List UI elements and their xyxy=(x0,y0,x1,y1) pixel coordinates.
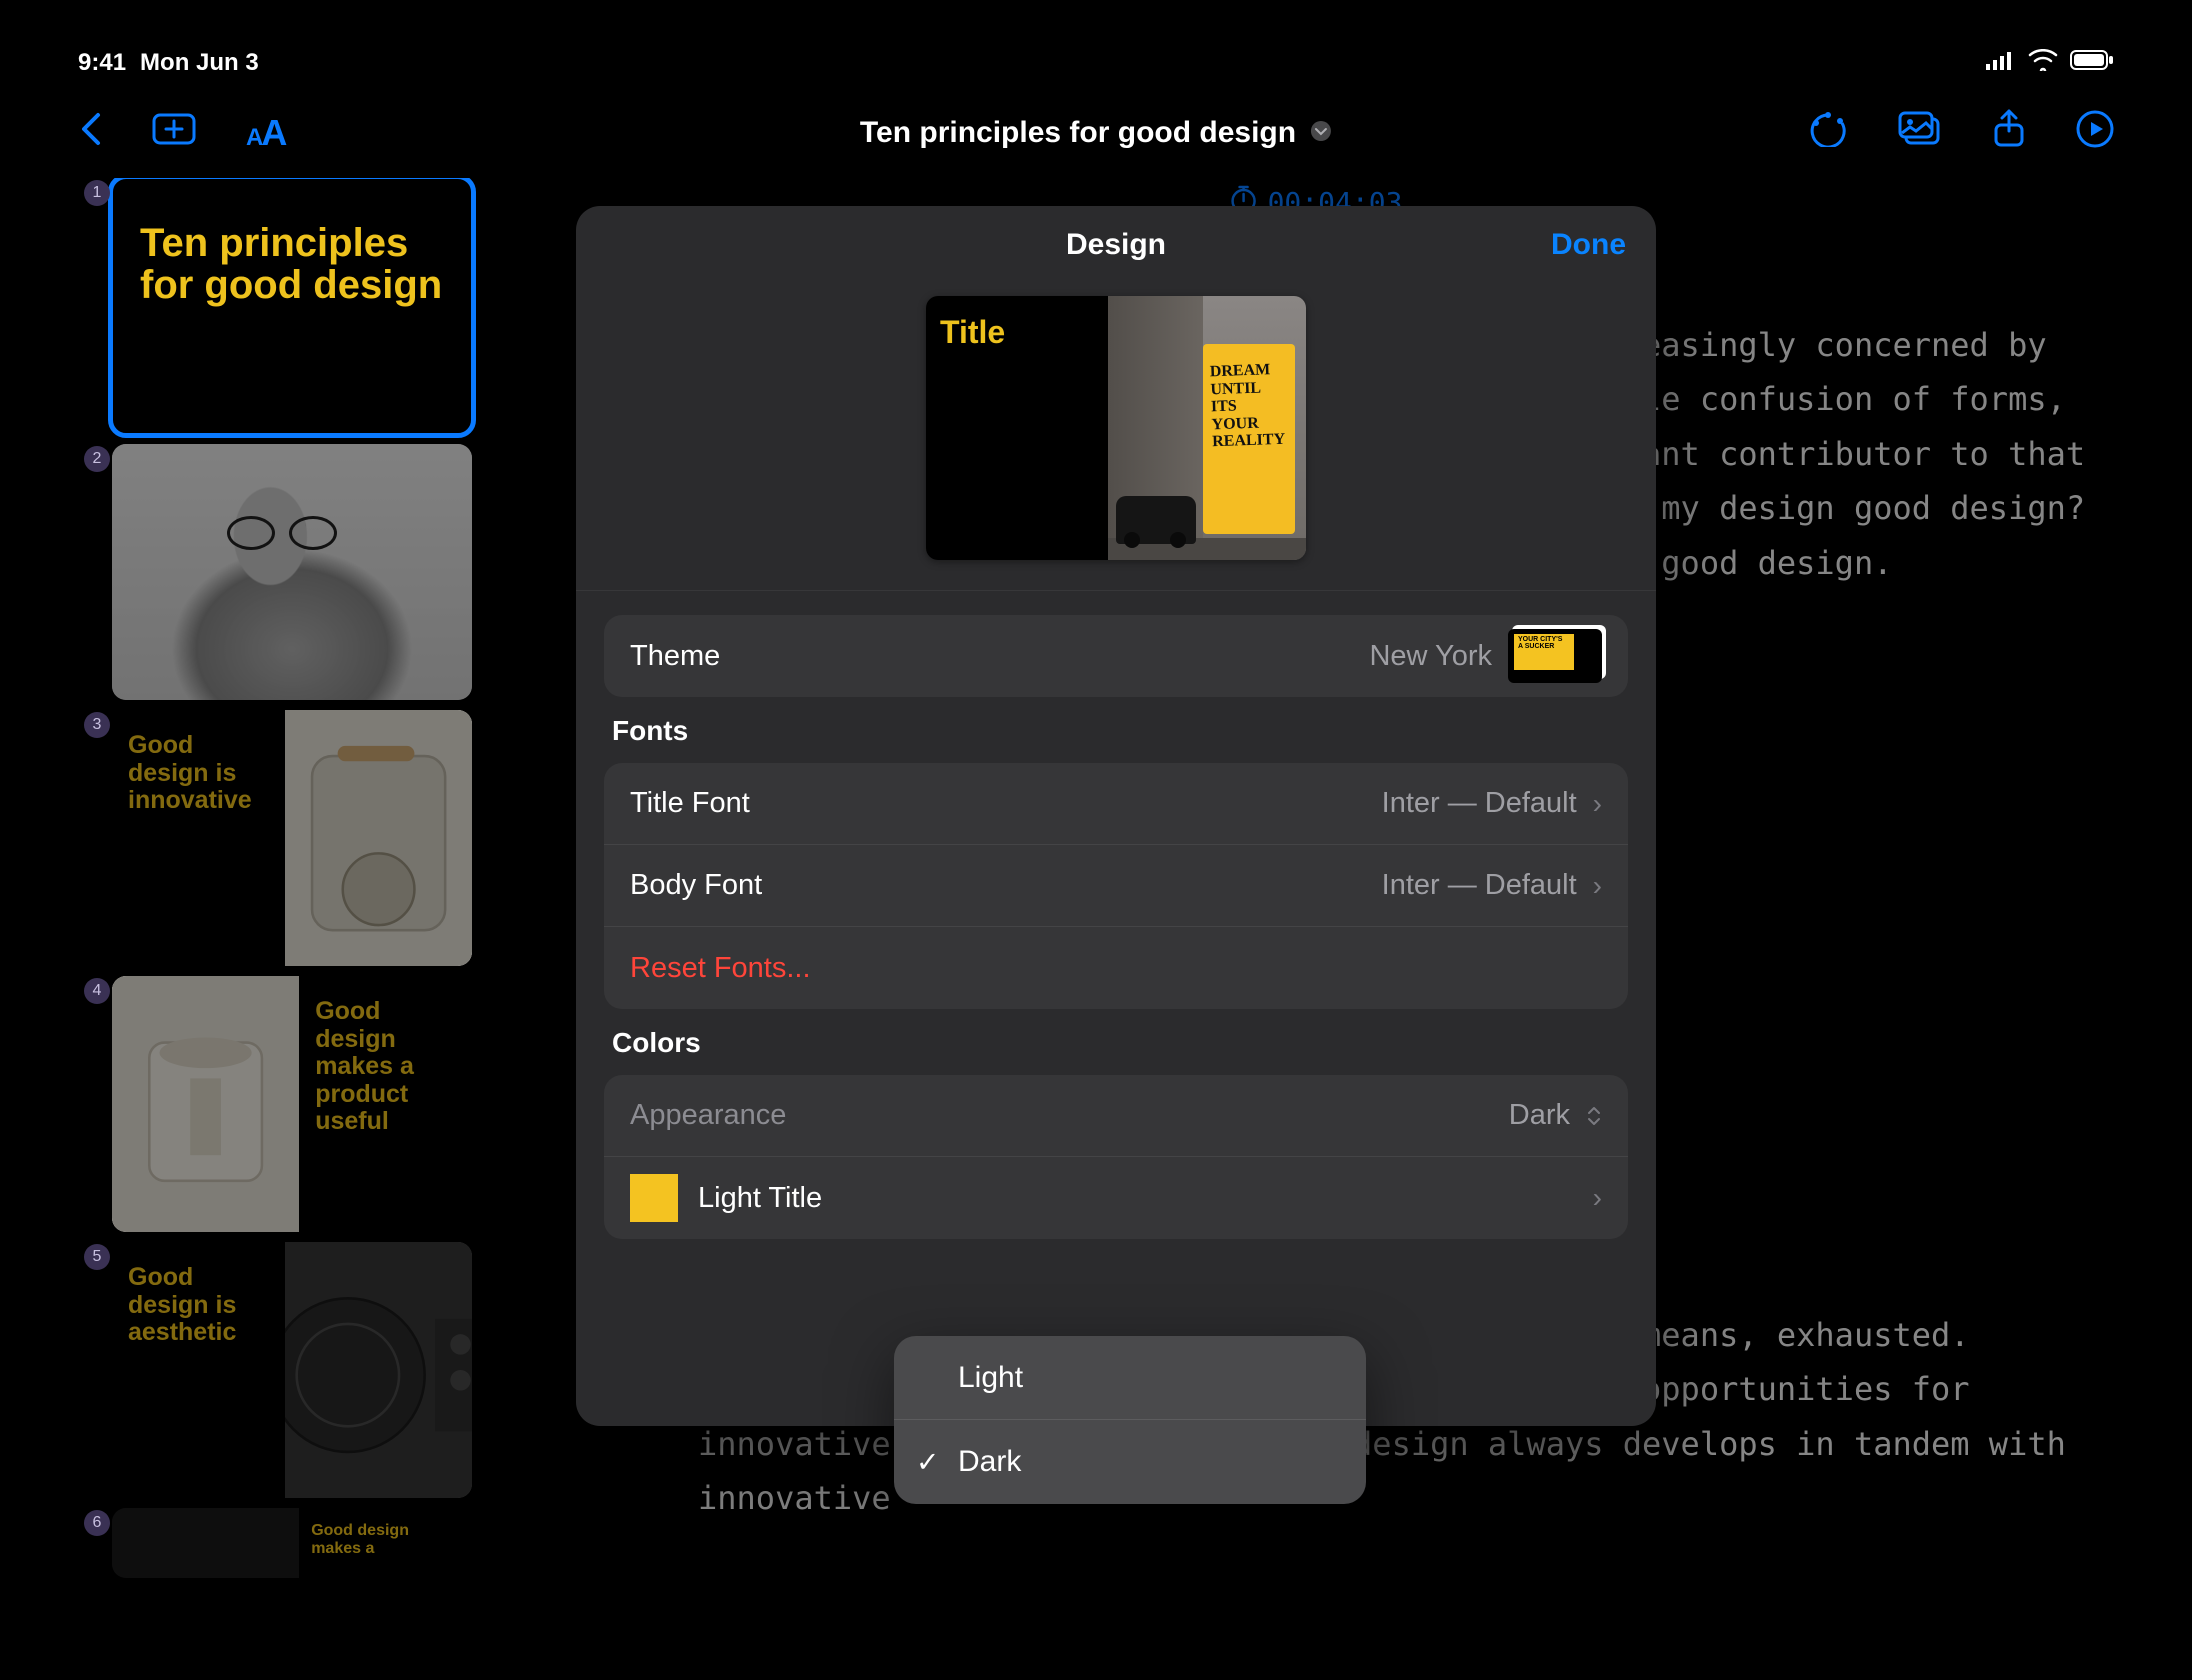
checkmark-icon: ✓ xyxy=(916,1446,939,1479)
dropdown-option-dark[interactable]: ✓ Dark xyxy=(894,1420,1366,1504)
fonts-header: Fonts xyxy=(604,697,1628,763)
signal-icon xyxy=(1986,49,2016,77)
slide-title-text: Ten principles for good design xyxy=(112,178,472,350)
slide-thumb-6[interactable]: 6 Good design makes a xyxy=(68,1508,478,1578)
cell-label: Title Font xyxy=(630,787,750,820)
slide-number: 3 xyxy=(84,712,110,738)
theme-thumbnail: YOUR CITY'S A SUCKER xyxy=(1508,629,1602,683)
cell-label: Theme xyxy=(630,640,720,673)
design-panel: Design Done Title DREAM UNTIL ITS YOUR R… xyxy=(576,206,1656,1426)
status-bar: 9:41 Mon Jun 3 xyxy=(38,38,2154,88)
slide-thumb-2[interactable]: 2 xyxy=(68,444,478,700)
status-date: Mon Jun 3 xyxy=(140,49,259,77)
toolbar: AA Ten principles for good design xyxy=(38,88,2154,178)
slide-title-text: Good design is innovative xyxy=(112,710,285,966)
appearance-dropdown: Light ✓ Dark xyxy=(894,1336,1366,1504)
option-label: Light xyxy=(958,1361,1023,1395)
theme-value: New York xyxy=(1369,640,1492,673)
appearance-cell[interactable]: Appearance Dark xyxy=(604,1075,1628,1157)
light-title-cell[interactable]: Light Title › xyxy=(604,1157,1628,1239)
slide-number: 5 xyxy=(84,1244,110,1270)
slide-number: 2 xyxy=(84,446,110,472)
slide-thumb-4[interactable]: 4 Good design makes a product useful xyxy=(68,976,478,1232)
play-button[interactable] xyxy=(2076,110,2114,157)
colors-header: Colors xyxy=(604,1009,1628,1075)
dropdown-option-light[interactable]: Light xyxy=(894,1336,1366,1420)
color-swatch xyxy=(630,1174,678,1222)
document-title-text: Ten principles for good design xyxy=(860,116,1296,150)
share-button[interactable] xyxy=(1992,109,2026,158)
appearance-value: Dark xyxy=(1509,1099,1570,1132)
media-button[interactable] xyxy=(1898,111,1942,156)
cell-label: Reset Fonts... xyxy=(630,952,811,985)
slide-number: 1 xyxy=(84,180,110,206)
add-slide-button[interactable] xyxy=(152,111,196,156)
cell-label: Body Font xyxy=(630,869,762,902)
slide-number: 4 xyxy=(84,978,110,1004)
preview-title-text: Title xyxy=(940,314,1094,351)
panel-title: Design xyxy=(1066,228,1166,262)
chevron-right-icon: › xyxy=(1593,870,1602,902)
slide-thumb-3[interactable]: 3 Good design is innovative xyxy=(68,710,478,966)
wifi-icon xyxy=(2028,49,2058,78)
back-button[interactable] xyxy=(78,111,102,156)
slide-number: 6 xyxy=(84,1510,110,1536)
slide-thumb-1[interactable]: 1 Ten principles for good design xyxy=(68,178,478,434)
design-button[interactable] xyxy=(1808,111,1848,156)
battery-icon xyxy=(2070,49,2114,78)
chevron-down-icon xyxy=(1310,116,1332,150)
title-font-value: Inter — Default xyxy=(1382,787,1577,820)
chevron-right-icon: › xyxy=(1593,1182,1602,1214)
chevron-right-icon: › xyxy=(1593,788,1602,820)
slide-thumb-5[interactable]: 5 Good design is aesthetic xyxy=(68,1242,478,1498)
text-button[interactable]: AA xyxy=(246,112,285,154)
graffiti-text: DREAM UNTIL ITS YOUR REALITY xyxy=(1210,360,1289,451)
cell-label: Appearance xyxy=(630,1099,786,1132)
title-font-cell[interactable]: Title Font Inter — Default › xyxy=(604,763,1628,845)
theme-cell[interactable]: Theme New York YOUR CITY'S A SUCKER xyxy=(604,615,1628,697)
slide-title-text: Good design makes a product useful xyxy=(299,976,472,1232)
body-font-value: Inter — Default xyxy=(1382,869,1577,902)
reset-fonts-cell[interactable]: Reset Fonts... xyxy=(604,927,1628,1009)
done-button[interactable]: Done xyxy=(1551,228,1626,262)
slide-title-text: Good design makes a xyxy=(299,1508,472,1578)
slide-navigator[interactable]: 1 Ten principles for good design 2 3 Goo… xyxy=(38,178,478,1642)
updown-icon xyxy=(1586,1105,1602,1127)
document-title[interactable]: Ten principles for good design xyxy=(860,116,1332,150)
status-time: 9:41 xyxy=(78,49,126,77)
body-font-cell[interactable]: Body Font Inter — Default › xyxy=(604,845,1628,927)
cell-label: Light Title xyxy=(698,1182,822,1215)
slide-title-text: Good design is aesthetic xyxy=(112,1242,285,1498)
option-label: Dark xyxy=(958,1445,1021,1479)
design-preview: Title DREAM UNTIL ITS YOUR REALITY xyxy=(576,284,1656,591)
